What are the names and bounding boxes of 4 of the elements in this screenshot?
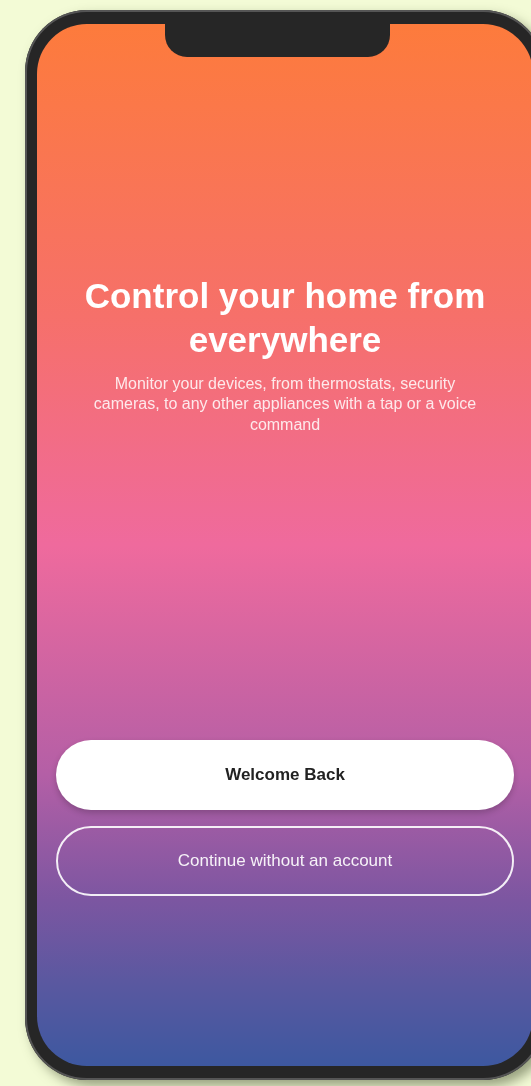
headline: Control your home from everywhere bbox=[83, 275, 487, 361]
continue-button[interactable]: Continue without an account bbox=[56, 826, 514, 896]
welcome-button[interactable]: Welcome Back bbox=[56, 740, 514, 810]
description-text: Monitor your devices, from thermostats, security cameras, to any other appliances with a tap or a voice command bbox=[92, 373, 478, 436]
